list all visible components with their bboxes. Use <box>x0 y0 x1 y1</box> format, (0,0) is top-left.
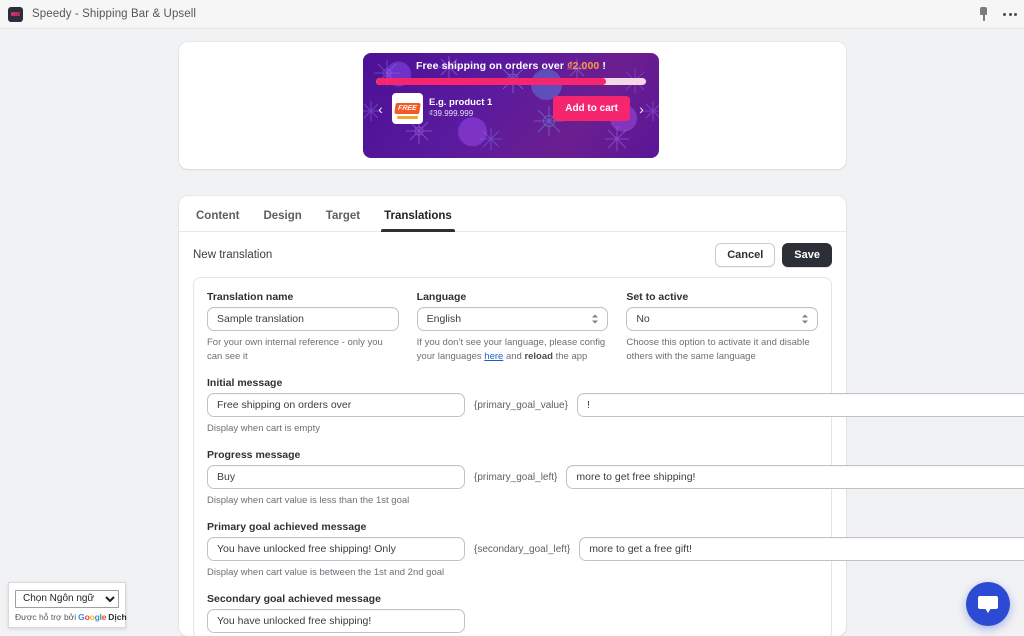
progress-message-helper: Display when cart value is less than the… <box>207 495 410 507</box>
product-price: ₫39.999.999 <box>429 109 474 119</box>
progress-bar-fill <box>376 78 606 85</box>
language-select-wrapper <box>416 307 609 331</box>
pin-icon[interactable] <box>977 7 990 22</box>
language-config-link[interactable]: here <box>484 351 503 362</box>
google-logo: Google <box>78 611 107 622</box>
tab-bar: Content Design Target Translations <box>179 196 846 232</box>
product-carousel: ‹ FREE E.g. product 1 ₫39.999.999 Add to… <box>373 93 649 124</box>
primary-goal-message-label: Primary goal achieved message <box>207 521 367 534</box>
initial-message-left-input[interactable] <box>207 393 465 418</box>
free-badge: FREE <box>394 103 421 114</box>
field-initial-message: Initial message {primary_goal_value} Dis… <box>207 377 1024 436</box>
language-select[interactable] <box>416 307 609 331</box>
app-logo-icon <box>8 6 23 22</box>
product-info: E.g. product 1 ₫39.999.999 <box>429 97 547 119</box>
language-helper-bold: reload <box>524 351 553 363</box>
progress-message-label: Progress message <box>207 449 301 462</box>
credit-suffix: Dịch <box>108 611 127 622</box>
chat-bubble-icon <box>978 596 998 613</box>
progress-message-right-input[interactable] <box>566 465 1024 490</box>
panel-title: New translation <box>193 249 273 261</box>
banner-preview-card: Free shipping on orders over ₫2.000 ! ‹ … <box>179 42 846 169</box>
language-helper-part2: and <box>505 351 522 363</box>
set-to-active-label: Set to active <box>626 291 689 303</box>
banner-headline: Free shipping on orders over ₫2.000 ! <box>373 60 649 72</box>
initial-message-token: {primary_goal_value} <box>474 399 568 411</box>
shipping-bar-banner: Free shipping on orders over ₫2.000 ! ‹ … <box>363 53 659 158</box>
app-top-bar: Speedy - Shipping Bar & Upsell <box>0 0 1024 29</box>
field-language: Language If you don’t see your language,… <box>416 291 609 364</box>
panel-header: New translation Cancel Save <box>179 232 846 277</box>
set-to-active-helper: Choose this option to activate it and di… <box>626 337 810 363</box>
progress-bar-track <box>376 78 646 85</box>
carousel-next-arrow-icon[interactable]: › <box>636 102 647 116</box>
banner-headline-prefix: Free shipping on orders over <box>415 60 565 72</box>
progress-message-token: {primary_goal_left} <box>474 471 558 483</box>
progress-message-row: {primary_goal_left} <box>207 465 1024 490</box>
tab-design[interactable]: Design <box>254 203 310 231</box>
set-to-active-select[interactable] <box>626 307 819 331</box>
progress-message-left-input[interactable] <box>207 465 465 490</box>
save-button[interactable]: Save <box>782 243 832 267</box>
page-canvas: Free shipping on orders over ₫2.000 ! ‹ … <box>0 29 1024 636</box>
language-picker-select[interactable]: Chọn Ngôn ngữ <box>15 589 119 608</box>
chat-support-button[interactable] <box>966 582 1010 626</box>
secondary-goal-message-label: Secondary goal achieved message <box>207 593 381 606</box>
tab-translations[interactable]: Translations <box>375 203 461 232</box>
translation-name-label: Translation name <box>207 291 294 303</box>
carousel-prev-arrow-icon[interactable]: ‹ <box>375 102 386 116</box>
translation-name-input[interactable] <box>207 307 399 331</box>
field-set-to-active: Set to active Choose this option to acti… <box>626 291 819 364</box>
field-secondary-goal-message: Secondary goal achieved message Display … <box>207 593 818 636</box>
translation-name-helper: For your own internal reference - only y… <box>207 337 383 363</box>
google-translate-credit: Được hỗ trợ bởi Google Dịch <box>15 611 127 622</box>
secondary-goal-message-row <box>207 609 818 634</box>
product-thumbnail: FREE <box>392 93 423 124</box>
topbar-actions <box>977 0 1017 29</box>
google-translate-widget: Chọn Ngôn ngữ Được hỗ trợ bởi Google Dịc… <box>8 582 127 628</box>
cancel-button[interactable]: Cancel <box>715 243 776 267</box>
primary-goal-message-right-input[interactable] <box>579 537 1024 562</box>
product-name: E.g. product 1 <box>429 97 493 109</box>
translation-form-panel: Translation name For your own internal r… <box>193 277 1024 636</box>
settings-card: Content Design Target Translations New t… <box>179 196 1024 636</box>
language-helper-part3: the app <box>555 351 588 363</box>
set-to-active-select-wrapper <box>626 307 819 331</box>
language-helper: If you don’t see your language, please c… <box>417 336 609 364</box>
field-translation-name: Translation name For your own internal r… <box>207 291 399 364</box>
banner-headline-suffix: ! <box>602 60 606 72</box>
tab-target[interactable]: Target <box>317 203 369 231</box>
primary-goal-message-helper: Display when cart value is between the 1… <box>207 567 445 579</box>
primary-goal-message-token: {secondary_goal_left} <box>474 543 571 555</box>
ellipsis-icon[interactable] <box>1003 13 1017 16</box>
add-to-cart-button[interactable]: Add to cart <box>553 96 630 121</box>
field-progress-message: Progress message {primary_goal_left} Dis… <box>207 449 1024 508</box>
initial-message-row: {primary_goal_value} <box>207 393 1024 418</box>
field-primary-goal-message: Primary goal achieved message {secondary… <box>207 521 1024 580</box>
initial-message-label: Initial message <box>207 377 283 390</box>
primary-goal-message-left-input[interactable] <box>207 537 465 562</box>
initial-message-helper: Display when cart is empty <box>207 423 320 435</box>
banner-headline-amount: ₫2.000 <box>567 60 600 72</box>
primary-goal-message-row: {secondary_goal_left} <box>207 537 1024 562</box>
language-label: Language <box>416 291 467 303</box>
credit-prefix: Được hỗ trợ bởi <box>15 611 77 622</box>
form-top-row: Translation name For your own internal r… <box>207 291 819 364</box>
secondary-goal-message-left-input[interactable] <box>207 609 465 634</box>
app-title: Speedy - Shipping Bar & Upsell <box>32 8 197 20</box>
initial-message-right-input[interactable] <box>576 393 1024 418</box>
tab-content[interactable]: Content <box>187 203 248 231</box>
panel-actions: Cancel Save <box>715 243 832 267</box>
